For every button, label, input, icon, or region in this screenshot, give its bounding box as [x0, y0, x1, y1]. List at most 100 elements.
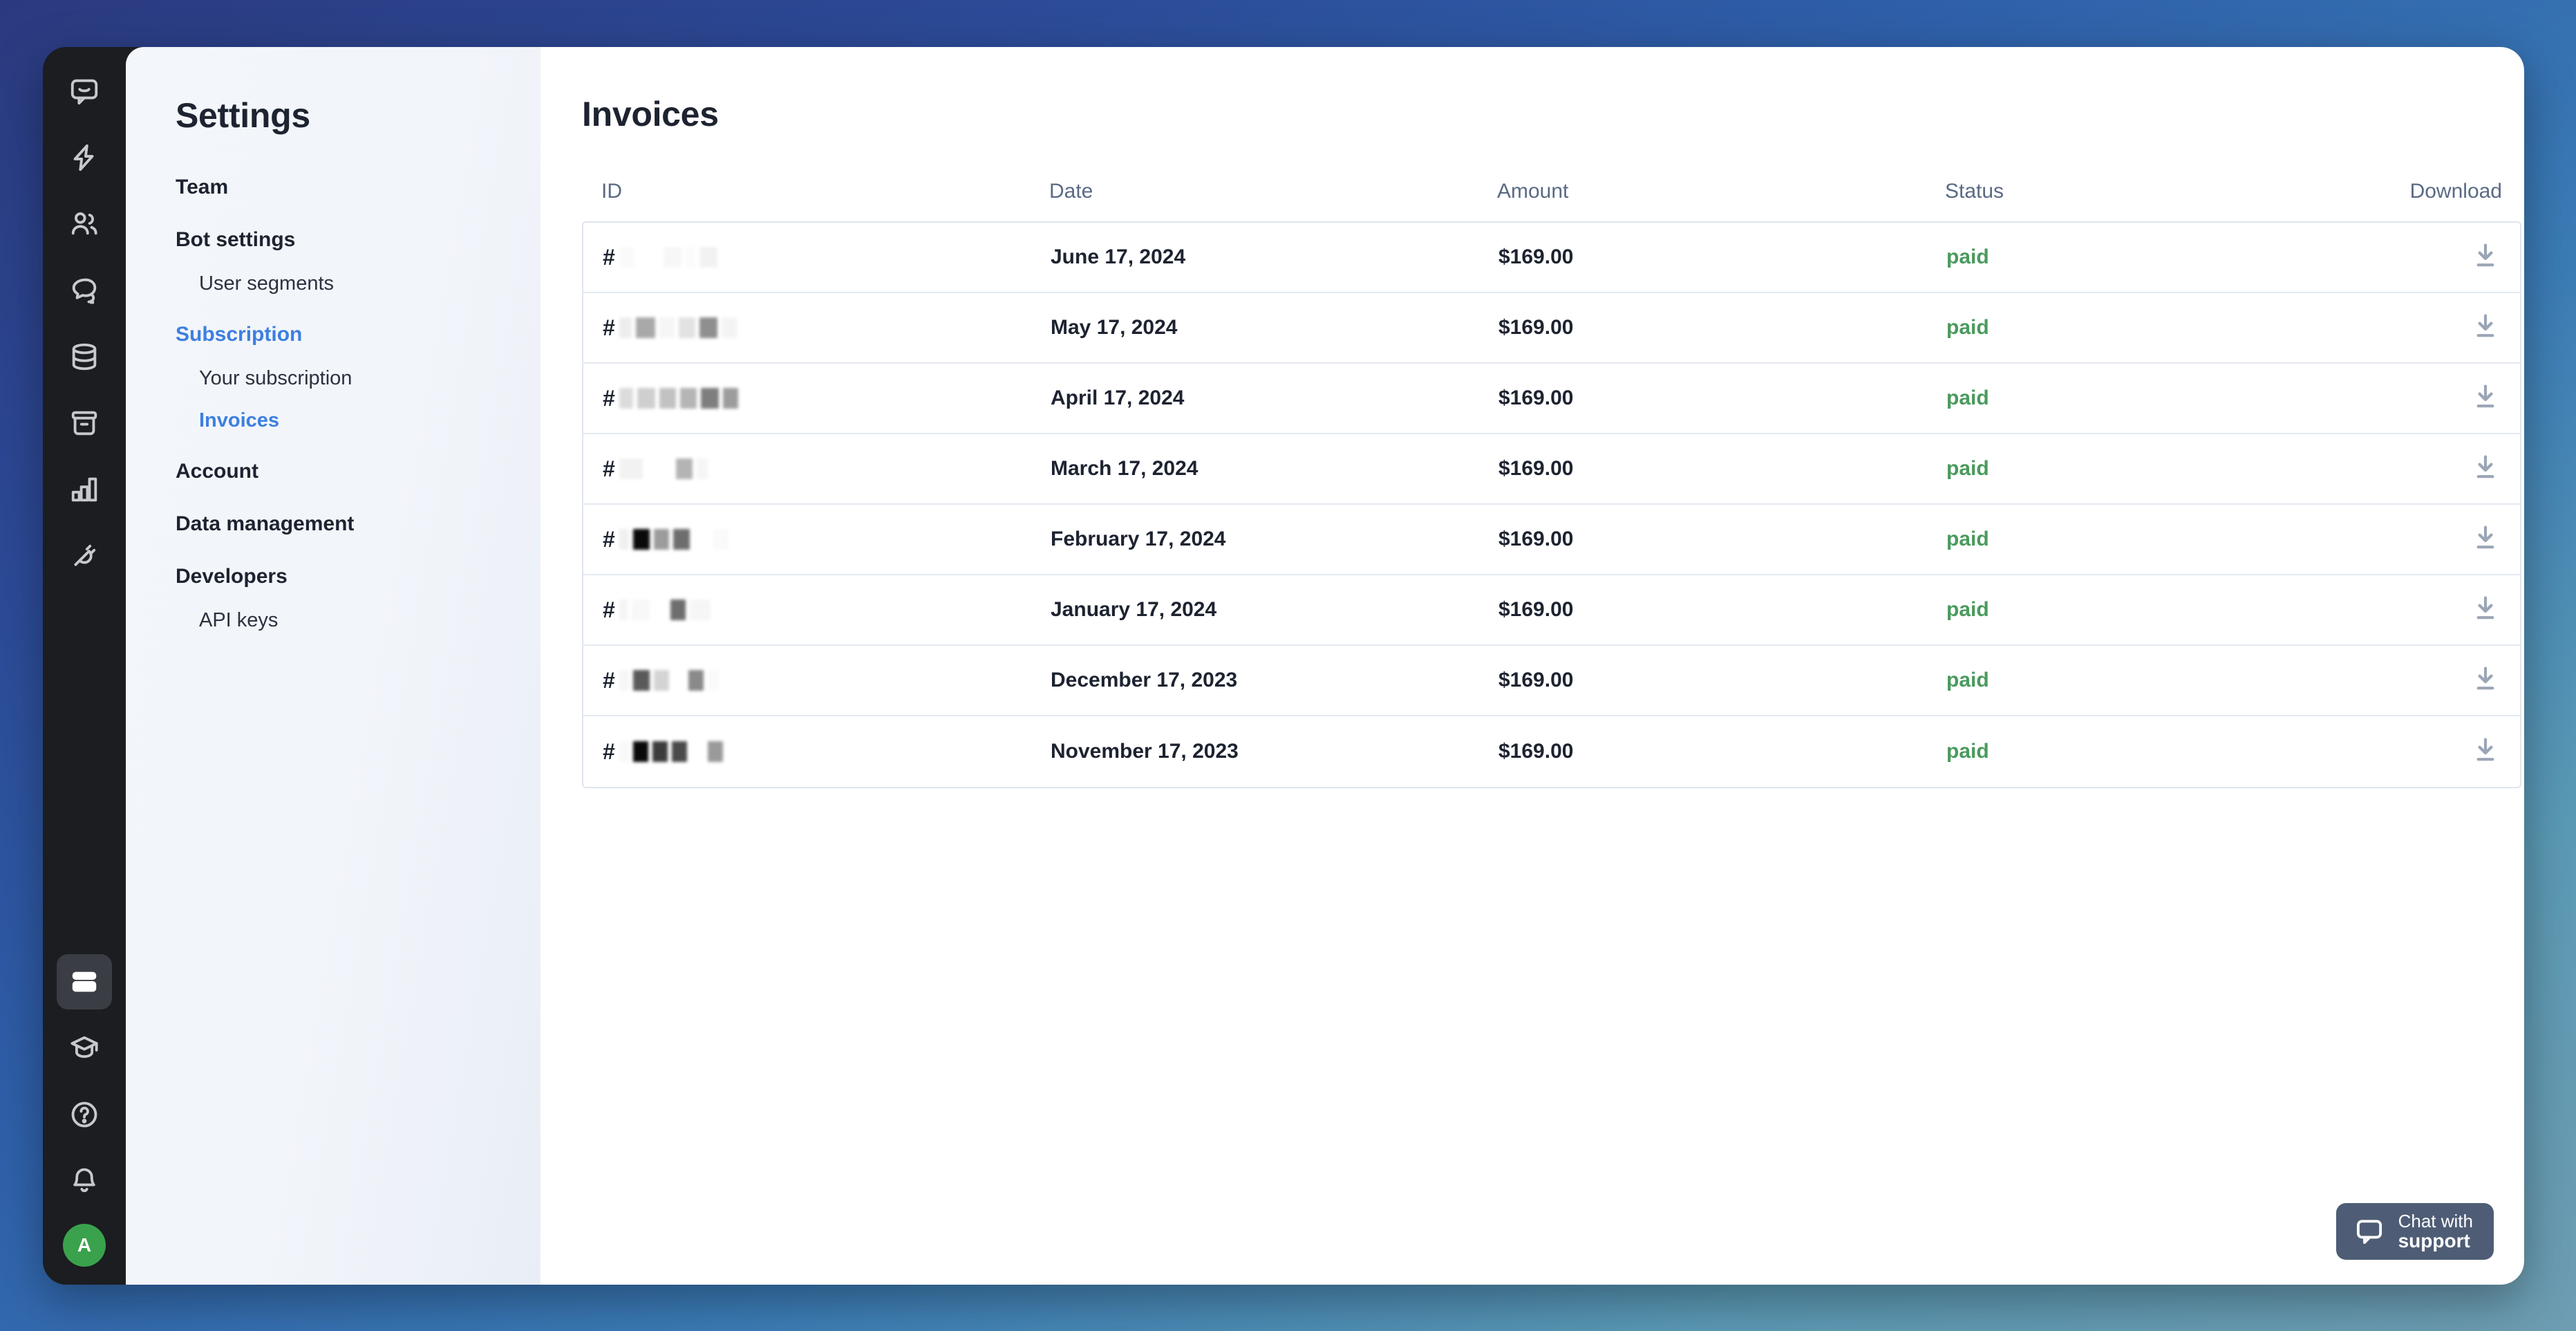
plug-icon [68, 540, 100, 572]
cell-invoice-id: # [603, 456, 1051, 482]
download-icon[interactable] [2470, 241, 2501, 271]
invoice-id-redacted [615, 670, 719, 691]
column-header-id: ID [601, 180, 1049, 203]
cell-invoice-date: May 17, 2024 [1051, 316, 1498, 339]
chat-with-support-button[interactable]: Chat with support [2336, 1203, 2494, 1260]
rail-item-integrations[interactable] [57, 528, 112, 584]
rail-item-academy[interactable] [57, 1021, 112, 1076]
sidebar-item-api-keys[interactable]: API keys [176, 599, 540, 642]
cell-invoice-date: November 17, 2023 [1051, 740, 1498, 763]
cell-invoice-date: January 17, 2024 [1051, 598, 1498, 622]
chat-question-icon [68, 274, 100, 306]
table-row[interactable]: #December 17, 2023$169.00paid [583, 646, 2520, 716]
cell-invoice-id: # [603, 315, 1051, 341]
download-icon[interactable] [2470, 735, 2501, 765]
rail-item-users[interactable] [57, 196, 112, 252]
rail-item-conversations[interactable] [57, 263, 112, 318]
question-circle-icon [68, 1099, 100, 1130]
settings-panel-title: Settings [176, 95, 540, 136]
nav-group-account: Account [176, 449, 540, 494]
cell-download [2394, 523, 2501, 557]
status-badge: paid [1946, 740, 2394, 763]
invoice-id-redacted [615, 529, 728, 550]
download-icon[interactable] [2470, 382, 2501, 412]
invoice-id-prefix: # [603, 739, 615, 765]
sidebar-item-invoices[interactable]: Invoices [176, 400, 540, 442]
table-row[interactable]: #March 17, 2024$169.00paid [583, 434, 2520, 505]
main-content: Invoices ID Date Amount Status Download … [540, 47, 2524, 1285]
bell-icon [68, 1165, 100, 1197]
rail-item-billing[interactable] [57, 954, 112, 1009]
graduation-cap-icon [68, 1032, 100, 1064]
column-header-download: Download [2393, 180, 2502, 203]
nav-group-developers: Developers API keys [176, 554, 540, 642]
chat-support-line1: Chat with [2398, 1211, 2473, 1231]
invoice-id-redacted [615, 388, 738, 409]
avatar[interactable]: A [63, 1224, 106, 1267]
primary-icon-rail: A [43, 47, 126, 1285]
cell-invoice-amount: $169.00 [1498, 387, 1946, 410]
settings-nav-panel: Settings Team Bot settings User segments… [126, 47, 540, 1285]
download-icon[interactable] [2470, 593, 2501, 624]
download-icon[interactable] [2470, 664, 2501, 694]
sidebar-item-subscription[interactable]: Subscription [176, 312, 540, 357]
sidebar-item-account[interactable]: Account [176, 449, 540, 494]
rail-item-archive[interactable] [57, 395, 112, 451]
rail-item-data[interactable] [57, 329, 112, 384]
rail-item-notifications[interactable] [57, 1153, 112, 1209]
sidebar-item-bot-settings[interactable]: Bot settings [176, 217, 540, 263]
archive-box-icon [68, 407, 100, 439]
cell-invoice-id: # [603, 386, 1051, 411]
invoice-id-prefix: # [603, 456, 615, 482]
database-icon [68, 341, 100, 373]
cell-invoice-amount: $169.00 [1498, 316, 1946, 339]
cell-download [2394, 735, 2501, 769]
invoice-id-prefix: # [603, 597, 615, 623]
invoice-id-prefix: # [603, 527, 615, 552]
invoice-id-prefix: # [603, 668, 615, 694]
invoice-id-redacted [615, 741, 723, 762]
table-row[interactable]: # November 17, 2023$169.00paid [583, 716, 2520, 787]
sidebar-item-user-segments[interactable]: User segments [176, 263, 540, 305]
table-row[interactable]: # January 17, 2024$169.00paid [583, 575, 2520, 646]
cell-download [2394, 311, 2501, 345]
table-row[interactable]: #April 17, 2024$169.00paid [583, 364, 2520, 434]
chat-support-label: Chat with support [2398, 1211, 2473, 1251]
status-badge: paid [1946, 245, 2394, 269]
column-header-amount: Amount [1497, 180, 1945, 203]
cell-invoice-id: # [603, 245, 1051, 270]
cell-download [2394, 664, 2501, 698]
cell-invoice-amount: $169.00 [1498, 740, 1946, 763]
cell-invoice-date: April 17, 2024 [1051, 387, 1498, 410]
invoice-id-prefix: # [603, 245, 615, 270]
invoice-id-redacted [615, 599, 711, 620]
table-row[interactable]: #May 17, 2024$169.00paid [583, 293, 2520, 364]
download-icon[interactable] [2470, 452, 2501, 483]
sidebar-item-developers[interactable]: Developers [176, 554, 540, 599]
invoice-id-prefix: # [603, 315, 615, 341]
sidebar-item-team[interactable]: Team [176, 165, 540, 210]
app-window: A Settings Team Bot settings User segmen… [43, 47, 2524, 1285]
rail-item-analytics[interactable] [57, 462, 112, 517]
lightning-bolt-icon [68, 142, 100, 174]
download-icon[interactable] [2470, 311, 2501, 342]
bar-chart-icon [68, 474, 100, 505]
chat-bubble-icon [2354, 1216, 2385, 1247]
cell-invoice-id: # [603, 739, 1051, 765]
cell-download [2394, 593, 2501, 627]
rail-item-automations[interactable] [57, 130, 112, 185]
table-row[interactable]: #February 17, 2024$169.00paid [583, 505, 2520, 575]
status-badge: paid [1946, 669, 2394, 692]
sidebar-item-data-management[interactable]: Data management [176, 501, 540, 547]
rail-item-help[interactable] [57, 1087, 112, 1142]
status-badge: paid [1946, 598, 2394, 622]
invoice-id-redacted [615, 317, 737, 338]
cell-invoice-amount: $169.00 [1498, 598, 1946, 622]
table-row[interactable]: #June 17, 2024$169.00paid [583, 223, 2520, 293]
invoice-id-prefix: # [603, 386, 615, 411]
rail-item-chat-bubble-logo[interactable] [57, 64, 112, 119]
cell-invoice-date: December 17, 2023 [1051, 669, 1498, 692]
table-body: #June 17, 2024$169.00paid#May 17, 2024$1… [582, 221, 2521, 788]
download-icon[interactable] [2470, 523, 2501, 553]
sidebar-item-your-subscription[interactable]: Your subscription [176, 357, 540, 400]
